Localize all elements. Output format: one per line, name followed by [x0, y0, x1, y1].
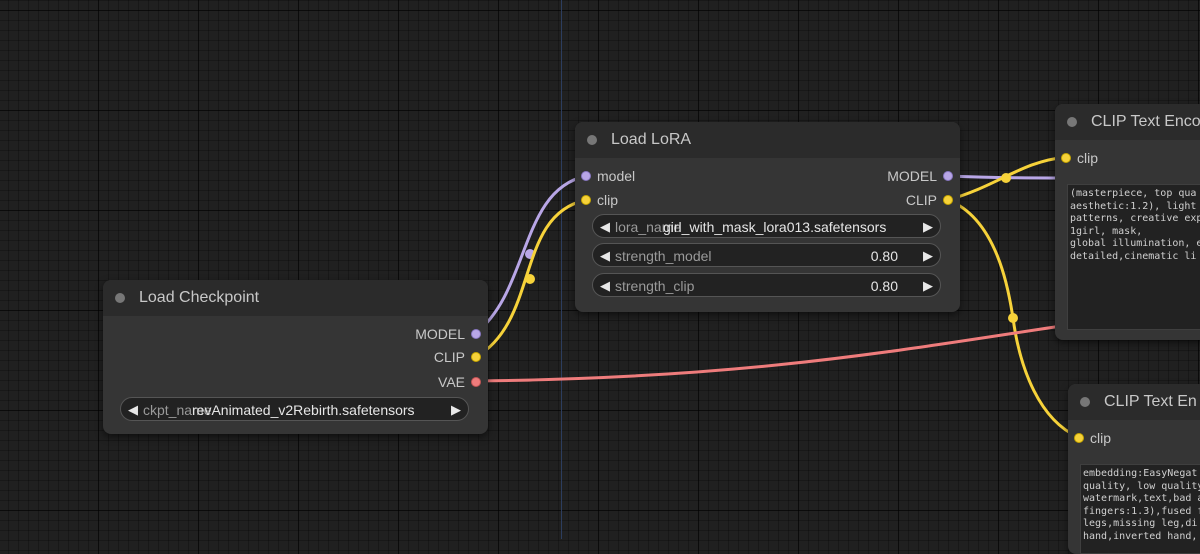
slot-label: clip: [1077, 150, 1099, 166]
decrement-arrow-icon[interactable]: ◀: [600, 244, 610, 268]
ckpt-name-combo[interactable]: ◀ ckpt_name revAnimated_v2Rebirth.safete…: [120, 397, 469, 421]
slot-label: clip: [1090, 430, 1112, 446]
model-pin-icon[interactable]: [943, 171, 953, 181]
wire-midpoint: [1001, 173, 1011, 183]
increment-arrow-icon[interactable]: ▶: [451, 398, 461, 422]
clip-text-encode-negative-node[interactable]: CLIP Text En clip embedding:EasyNegat qu…: [1068, 384, 1200, 554]
clip-pin-icon[interactable]: [1061, 153, 1071, 163]
widget-label: strength_clip: [615, 278, 695, 294]
input-slot-clip[interactable]: clip: [581, 191, 701, 209]
clip-pin-icon[interactable]: [581, 195, 591, 205]
widget-value: 0.80: [870, 248, 898, 264]
decrement-arrow-icon[interactable]: ◀: [128, 398, 138, 422]
node-title-bar[interactable]: Load Checkpoint: [103, 280, 488, 316]
slot-label: MODEL: [887, 168, 937, 184]
widget-label: strength_model: [615, 248, 712, 264]
output-slot-clip[interactable]: CLIP: [833, 191, 953, 209]
slot-label: VAE: [438, 374, 465, 390]
collapse-dot-icon[interactable]: [1067, 117, 1077, 127]
output-slot-vae[interactable]: VAE: [361, 373, 481, 391]
node-title: Load Checkpoint: [139, 289, 260, 306]
node-title: Load LoRA: [611, 131, 692, 148]
output-slot-clip[interactable]: CLIP: [361, 348, 481, 366]
increment-arrow-icon[interactable]: ▶: [923, 215, 933, 239]
node-title-bar[interactable]: CLIP Text En: [1068, 384, 1200, 420]
input-slot-model[interactable]: model: [581, 167, 701, 185]
slot-label: CLIP: [433, 349, 465, 365]
vae-pin-icon[interactable]: [471, 377, 481, 387]
slot-label: model: [597, 168, 636, 184]
input-slot-clip[interactable]: clip: [1074, 429, 1174, 447]
lora-name-combo[interactable]: ◀ lora_name girl_with_mask_lora013.safet…: [592, 214, 941, 238]
node-title-bar[interactable]: CLIP Text Enco: [1055, 104, 1200, 140]
collapse-dot-icon[interactable]: [587, 135, 597, 145]
wire-midpoint: [525, 274, 535, 284]
strength-model-number[interactable]: ◀ strength_model 0.80 ▶: [592, 243, 941, 267]
clip-pin-icon[interactable]: [943, 195, 953, 205]
widget-value: 0.80: [870, 278, 898, 294]
strength-clip-number[interactable]: ◀ strength_clip 0.80 ▶: [592, 273, 941, 297]
collapse-dot-icon[interactable]: [1080, 397, 1090, 407]
slot-label: clip: [597, 192, 619, 208]
clip-text-encode-positive-node[interactable]: CLIP Text Enco clip (masterpiece, top qu…: [1055, 104, 1200, 340]
decrement-arrow-icon[interactable]: ◀: [600, 215, 610, 239]
prompt-textarea[interactable]: embedding:EasyNegat quality, low quality…: [1080, 464, 1200, 554]
model-pin-icon[interactable]: [581, 171, 591, 181]
clip-pin-icon[interactable]: [471, 352, 481, 362]
load-lora-node[interactable]: Load LoRA model clip MODEL CLIP ◀ lora_n…: [575, 122, 960, 312]
wire-midpoint: [1008, 313, 1018, 323]
collapse-dot-icon[interactable]: [115, 293, 125, 303]
load-checkpoint-node[interactable]: Load Checkpoint MODEL CLIP VAE ◀ ckpt_na…: [103, 280, 488, 434]
node-title: CLIP Text En: [1104, 393, 1197, 410]
prompt-textarea[interactable]: (masterpiece, top qua aesthetic:1.2), li…: [1067, 184, 1200, 330]
increment-arrow-icon[interactable]: ▶: [923, 274, 933, 298]
wire-checkpoint-vae-out: [475, 323, 1069, 383]
widget-value: girl_with_mask_lora013.safetensors: [663, 219, 887, 235]
decrement-arrow-icon[interactable]: ◀: [600, 274, 610, 298]
clip-pin-icon[interactable]: [1074, 433, 1084, 443]
node-title-bar[interactable]: Load LoRA: [575, 122, 960, 158]
increment-arrow-icon[interactable]: ▶: [923, 244, 933, 268]
slot-label: MODEL: [415, 326, 465, 342]
model-pin-icon[interactable]: [471, 329, 481, 339]
widget-value: revAnimated_v2Rebirth.safetensors: [192, 402, 415, 418]
node-title: CLIP Text Enco: [1091, 113, 1200, 130]
output-slot-model[interactable]: MODEL: [361, 325, 481, 343]
output-slot-model[interactable]: MODEL: [833, 167, 953, 185]
slot-label: CLIP: [905, 192, 937, 208]
input-slot-clip[interactable]: clip: [1061, 149, 1161, 167]
